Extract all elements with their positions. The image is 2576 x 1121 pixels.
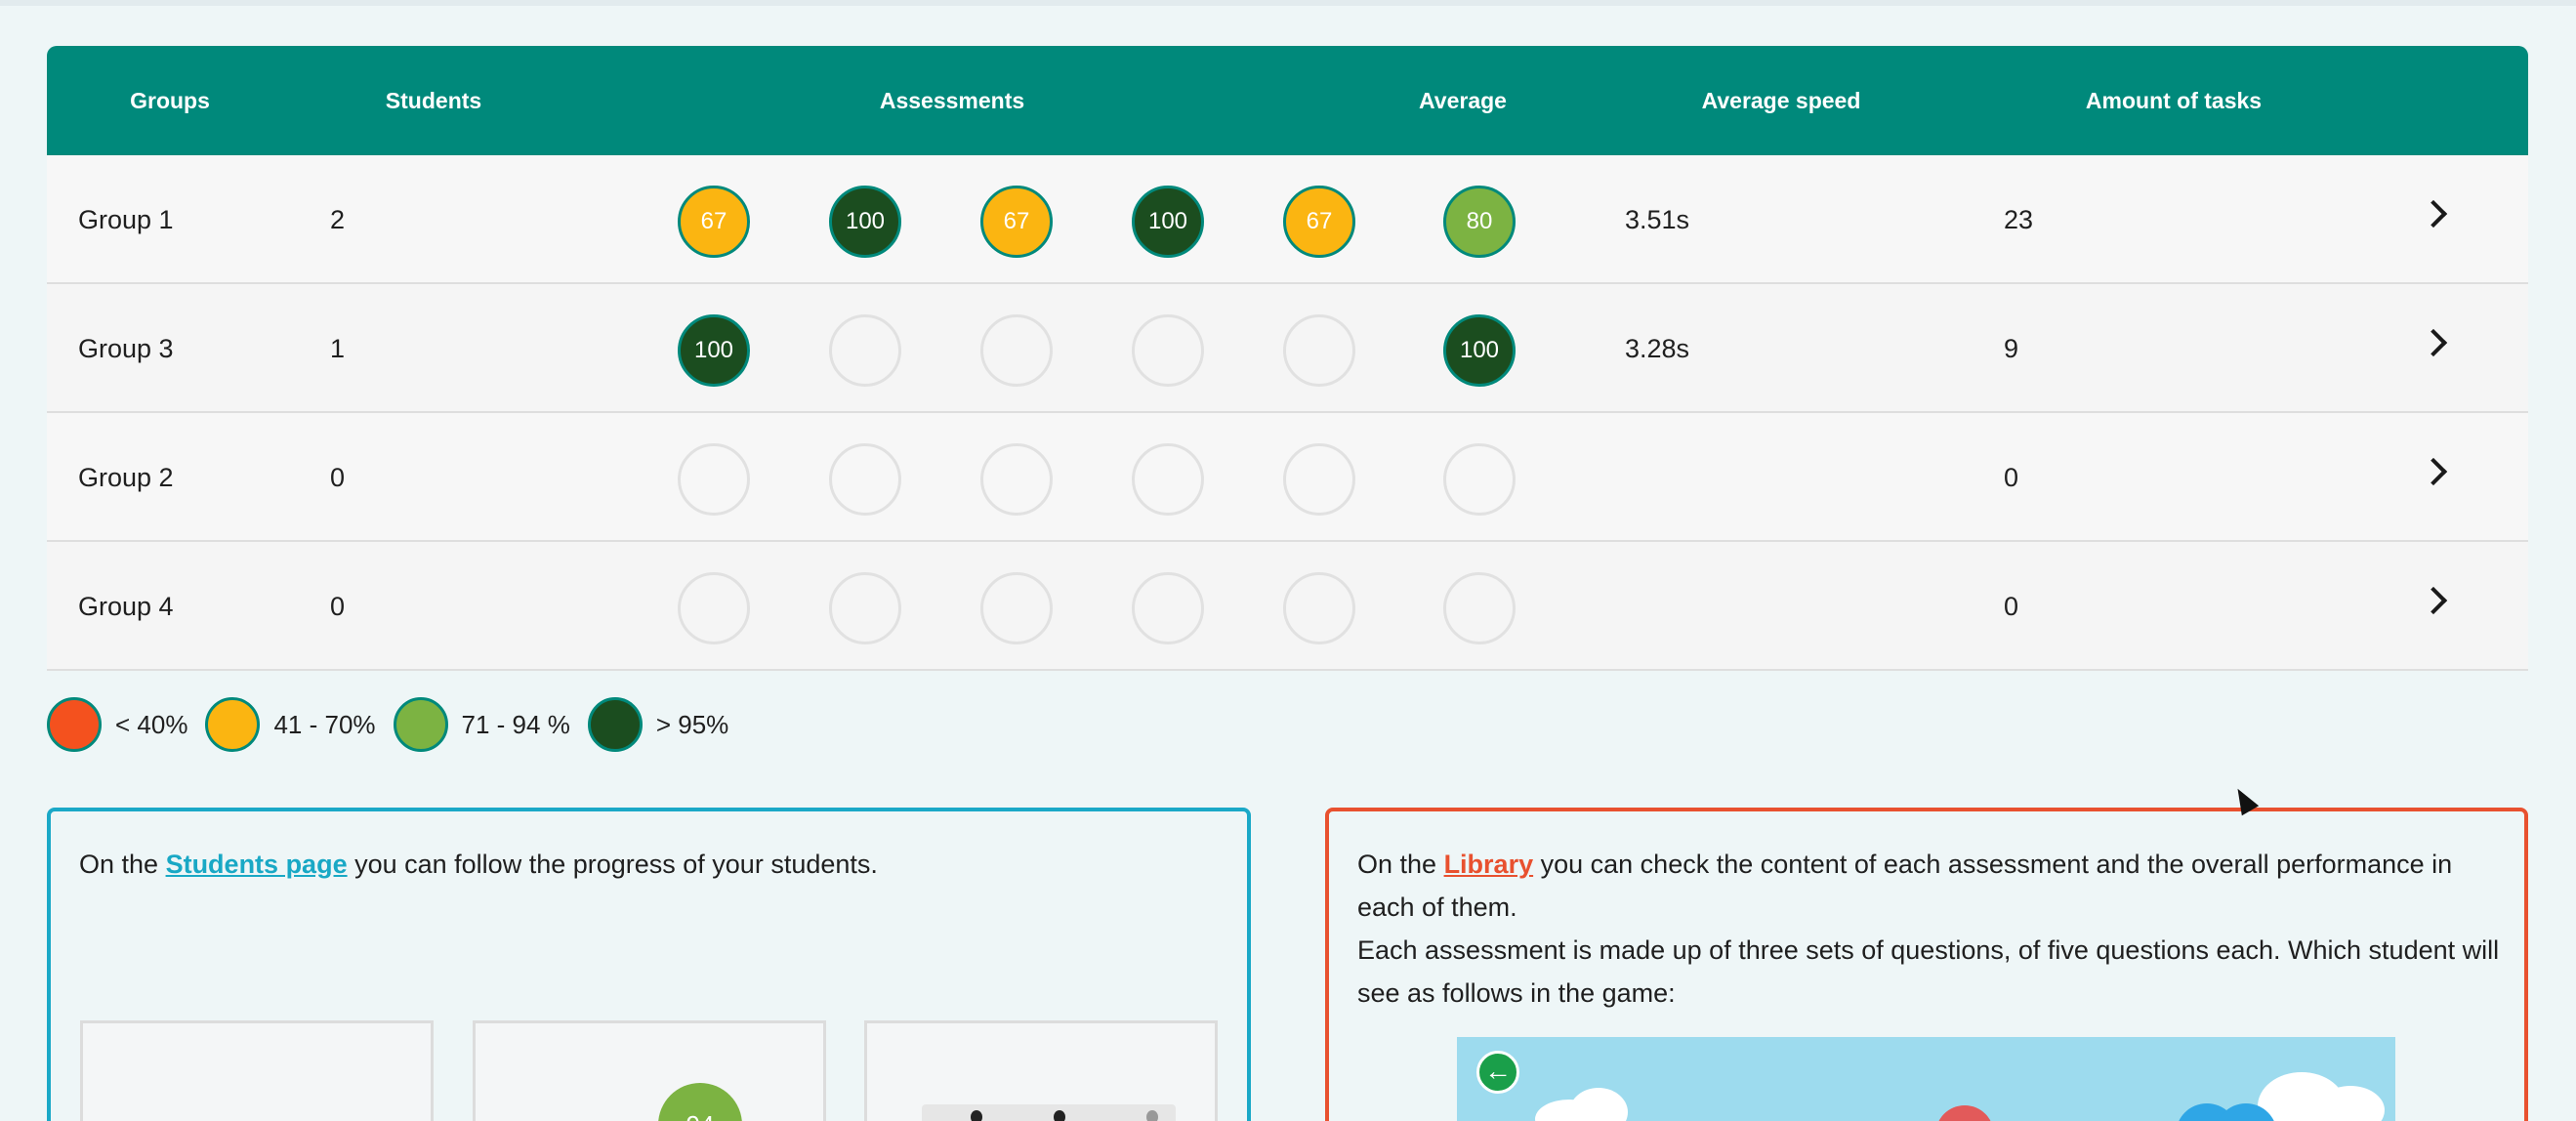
- student-count: 2: [330, 205, 346, 234]
- assessment-score-circle: 67: [980, 186, 1053, 258]
- preview-knob: [1054, 1110, 1065, 1121]
- arrow-left-icon: ←: [1476, 1051, 1519, 1094]
- legend-label: < 40%: [115, 709, 188, 739]
- task-count: 9: [2004, 334, 2019, 363]
- student-count: 0: [330, 592, 346, 621]
- table-header: Groups Students Assessments Average Aver…: [47, 46, 2528, 155]
- assessment-score-circle: [1283, 314, 1355, 387]
- legend-item: < 40%: [47, 697, 187, 752]
- legend-item: > 95%: [587, 697, 729, 752]
- table-row[interactable]: Group 4 0 0: [47, 542, 2528, 671]
- assessment-score-circle: [1132, 572, 1204, 644]
- chevron-right-icon[interactable]: [2419, 199, 2448, 228]
- header-average-speed: Average speed: [1701, 88, 1861, 113]
- assessment-score-circle: [829, 443, 901, 516]
- game-preview-image: ←: [1457, 1037, 2395, 1121]
- library-info-panel: On the Library you can check the content…: [1325, 808, 2528, 1121]
- legend-label: 71 - 94 %: [461, 709, 570, 739]
- average-speed: 3.51s: [1625, 205, 1690, 234]
- group-name: Group 2: [78, 463, 174, 492]
- legend-color-dot: [205, 697, 261, 752]
- group-name: Group 1: [78, 205, 174, 234]
- average-score-circle: 80: [1443, 186, 1516, 258]
- average-speed: 3.28s: [1625, 334, 1690, 363]
- game-red-character: [1935, 1105, 1994, 1121]
- assessment-score-circle: [980, 314, 1053, 387]
- assessment-score-circle: [678, 443, 750, 516]
- assessment-score-circle: [980, 443, 1053, 516]
- legend-item: 71 - 94 %: [393, 697, 570, 752]
- task-count: 0: [2004, 592, 2019, 621]
- table-body: Group 1 2 67 100 67 100 67 80 3.51s 23 Group 3 1 100…: [47, 155, 2528, 671]
- assessment-score-circle: [1132, 443, 1204, 516]
- student-count: 0: [330, 463, 346, 492]
- assessment-score-circle: [1283, 572, 1355, 644]
- preview-card-1: [80, 1020, 434, 1121]
- assessment-score-circle: 100: [678, 314, 750, 387]
- chevron-right-icon[interactable]: [2419, 328, 2448, 357]
- average-score-circle: 100: [1443, 314, 1516, 387]
- preview-knob: [971, 1110, 982, 1121]
- assessment-score-circle: [829, 572, 901, 644]
- header-average: Average: [1419, 88, 1507, 113]
- cloud-shape: [1569, 1088, 1628, 1121]
- table-row[interactable]: Group 3 1 100 100 3.28s 9: [47, 284, 2528, 413]
- library-panel-line2: Each assessment is made up of three sets…: [1357, 935, 2500, 1008]
- table-row[interactable]: Group 2 0 0: [47, 413, 2528, 542]
- assessment-score-circle: [1132, 314, 1204, 387]
- average-score-circle: [1443, 572, 1516, 644]
- library-panel-text: On the Library you can check the content…: [1357, 843, 2500, 1015]
- header-amount-of-tasks: Amount of tasks: [2085, 88, 2263, 113]
- table-row[interactable]: Group 1 2 67 100 67 100 67 80 3.51s 23: [47, 155, 2528, 284]
- assessment-score-circle: [678, 572, 750, 644]
- group-name: Group 3: [78, 334, 174, 363]
- assessment-score-circle: 100: [829, 186, 901, 258]
- task-count: 0: [2004, 463, 2019, 492]
- group-name: Group 4: [78, 592, 174, 621]
- students-panel-prefix: On the: [79, 850, 166, 879]
- students-panel-text: On the Students page you can follow the …: [79, 843, 878, 886]
- assessment-score-circle: [1283, 443, 1355, 516]
- preview-knob: [1146, 1110, 1158, 1121]
- preview-card-2: [473, 1020, 826, 1121]
- students-panel-suffix: you can follow the progress of your stud…: [347, 850, 878, 879]
- assessment-score-circle: 67: [678, 186, 750, 258]
- chevron-right-icon[interactable]: [2419, 457, 2448, 486]
- legend-color-dot: [393, 697, 448, 752]
- groups-table: Groups Students Assessments Average Aver…: [47, 46, 2528, 671]
- library-panel-prefix: On the: [1357, 850, 1444, 879]
- library-link[interactable]: Library: [1444, 850, 1534, 879]
- student-count: 1: [330, 334, 346, 363]
- assessment-score-circle: 100: [1132, 186, 1204, 258]
- assessment-score-circle: 67: [1283, 186, 1355, 258]
- preview-chart-strip: [922, 1104, 1176, 1121]
- assessment-score-circle: [829, 314, 901, 387]
- header-groups: Groups: [130, 88, 210, 113]
- legend-label: > 95%: [655, 709, 729, 739]
- score-legend: < 40% 41 - 70% 71 - 94 % > 95%: [47, 697, 746, 752]
- legend-label: 41 - 70%: [273, 709, 376, 739]
- students-info-panel: On the Students page you can follow the …: [47, 808, 1251, 1121]
- top-border: [0, 0, 2576, 6]
- chevron-right-icon[interactable]: [2419, 586, 2448, 615]
- average-score-circle: [1443, 443, 1516, 516]
- header-students: Students: [385, 88, 482, 113]
- task-count: 23: [2004, 205, 2034, 234]
- assessment-score-circle: [980, 572, 1053, 644]
- legend-item: 41 - 70%: [205, 697, 376, 752]
- legend-color-dot: [587, 697, 643, 752]
- students-page-link[interactable]: Students page: [166, 850, 348, 879]
- legend-color-dot: [47, 697, 102, 752]
- header-assessments: Assessments: [879, 88, 1025, 113]
